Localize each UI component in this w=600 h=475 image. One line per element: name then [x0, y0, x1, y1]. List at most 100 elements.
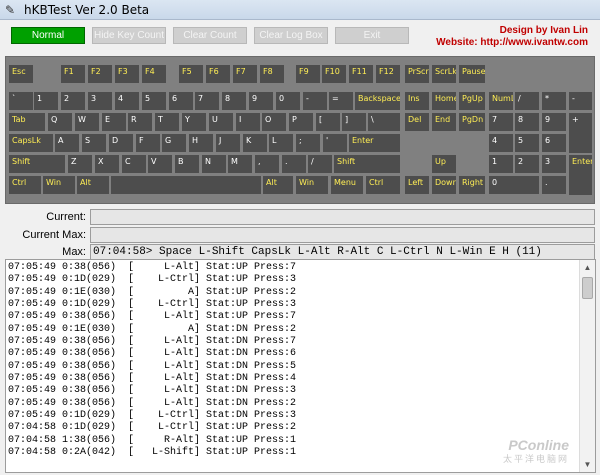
- key-backtick: `: [9, 92, 33, 110]
- log-line: 07:05:49 0:38(056) [ L-Alt] Stat:DN Pres…: [8, 336, 297, 348]
- key-left-ctrl: Ctrl: [9, 176, 41, 194]
- key-l: L: [269, 134, 293, 152]
- key-numpad-7: 7: [489, 113, 513, 131]
- key-numpad-divide: /: [515, 92, 539, 110]
- key-8: 8: [222, 92, 246, 110]
- key-left-win: Win: [43, 176, 75, 194]
- key-b: B: [175, 155, 199, 173]
- website-text: Website: http://www.ivantw.com: [436, 37, 588, 48]
- key-comma: ,: [255, 155, 279, 173]
- log-line: 07:04:58 0:1D(029) [ L-Ctrl] Stat:UP Pre…: [8, 422, 297, 434]
- key-n: N: [202, 155, 226, 173]
- log-scrollbar[interactable]: ▲ ▼: [579, 260, 595, 472]
- exit-button[interactable]: Exit: [335, 27, 409, 44]
- log-line: 07:05:49 0:38(056) [ L-Alt] Stat:DN Pres…: [8, 385, 297, 397]
- key-d: D: [109, 134, 133, 152]
- virtual-keyboard: Esc F1 F2 F3 F4 F5 F6 F7 F8 F9 F10 F11 F…: [5, 56, 595, 204]
- key-f1: F1: [61, 65, 85, 83]
- normal-button[interactable]: Normal: [11, 27, 85, 44]
- key-f10: F10: [322, 65, 346, 83]
- key-y: Y: [182, 113, 206, 131]
- scroll-down-arrow-icon[interactable]: ▼: [580, 457, 595, 472]
- key-left-bracket: [: [316, 113, 340, 131]
- key-right-ctrl: Ctrl: [366, 176, 400, 194]
- key-tab: Tab: [9, 113, 45, 131]
- key-numpad-2: 2: [515, 155, 539, 173]
- key-quote: ': [323, 134, 347, 152]
- key-5: 5: [142, 92, 166, 110]
- key-6: 6: [169, 92, 193, 110]
- log-line: 07:04:58 0:2A(042) [ L-Shift] Stat:UP Pr…: [8, 447, 297, 459]
- key-numpad-decimal: .: [542, 176, 566, 194]
- key-slash: /: [308, 155, 332, 173]
- key-0: 0: [276, 92, 300, 110]
- log-line: 07:05:49 0:1D(029) [ L-Ctrl] Stat:UP Pre…: [8, 299, 297, 311]
- log-line: 07:05:49 0:1D(029) [ L-Ctrl] Stat:DN Pre…: [8, 410, 297, 422]
- key-pgdn: PgDn: [459, 113, 485, 131]
- title-bar: ✎ hKBTest Ver 2.0 Beta: [0, 0, 600, 20]
- key-f7: F7: [233, 65, 257, 83]
- key-backspace: Backspace: [355, 92, 400, 110]
- key-numpad-5: 5: [515, 134, 539, 152]
- designer-info: Design by Ivan Lin Website: http://www.i…: [436, 25, 588, 49]
- key-period: .: [282, 155, 306, 173]
- key-enter: Enter: [349, 134, 400, 152]
- key-right-bracket: ]: [342, 113, 366, 131]
- log-line: 07:05:49 0:1E(030) [ A] Stat:UP Press:2: [8, 286, 297, 298]
- key-prscr: PrScr: [405, 65, 429, 83]
- key-z: Z: [68, 155, 92, 173]
- log-line: 07:05:49 0:38(056) [ L-Alt] Stat:DN Pres…: [8, 348, 297, 360]
- key-t: T: [155, 113, 179, 131]
- key-9: 9: [249, 92, 273, 110]
- scroll-thumb[interactable]: [582, 277, 593, 299]
- key-3: 3: [88, 92, 112, 110]
- clear-count-button[interactable]: Clear Count: [173, 27, 247, 44]
- key-right-win: Win: [296, 176, 328, 194]
- key-j: J: [216, 134, 240, 152]
- key-numpad-9: 9: [542, 113, 566, 131]
- key-s: S: [82, 134, 106, 152]
- max-field: 07:04:58> Space L-Shift CapsLk L-Alt R-A…: [90, 244, 595, 260]
- key-i: I: [236, 113, 260, 131]
- key-end: End: [432, 113, 456, 131]
- key-right-shift: Shift: [334, 155, 400, 173]
- key-up: Up: [432, 155, 456, 173]
- key-a: A: [55, 134, 79, 152]
- key-f8: F8: [260, 65, 284, 83]
- clear-log-box-button[interactable]: Clear Log Box: [254, 27, 328, 44]
- key-f6: F6: [206, 65, 230, 83]
- design-by-text: Design by Ivan Lin: [499, 25, 588, 36]
- key-f9: F9: [296, 65, 320, 83]
- key-f: F: [136, 134, 160, 152]
- current-label: Current:: [46, 211, 86, 223]
- key-x: X: [95, 155, 119, 173]
- key-p: P: [289, 113, 313, 131]
- key-numlk: NumLk: [489, 92, 513, 110]
- key-pause: Pause: [459, 65, 485, 83]
- key-pgup: PgUp: [459, 92, 485, 110]
- watermark-sub: 太平洋电脑网: [502, 454, 569, 464]
- key-r: R: [128, 113, 152, 131]
- log-line: 07:05:49 0:38(056) [ L-Alt] Stat:DN Pres…: [8, 397, 297, 409]
- scroll-up-arrow-icon[interactable]: ▲: [580, 260, 595, 275]
- key-numpad-0: 0: [489, 176, 539, 194]
- log-box[interactable]: 07:05:49 0:38(056) [ L-Alt] Stat:UP Pres…: [5, 259, 596, 473]
- key-left-alt: Alt: [77, 176, 109, 194]
- log-line: 07:05:49 0:1E(030) [ A] Stat:DN Press:2: [8, 323, 297, 335]
- key-semicolon: ;: [296, 134, 320, 152]
- key-m: M: [228, 155, 252, 173]
- current-max-field: [90, 227, 595, 243]
- key-o: O: [262, 113, 286, 131]
- key-space: [111, 176, 261, 194]
- key-down: Down: [432, 176, 456, 194]
- key-right: Right: [459, 176, 485, 194]
- key-esc: Esc: [9, 65, 33, 83]
- current-field: [90, 209, 595, 225]
- key-numpad-enter: Enter: [569, 155, 592, 195]
- log-line: 07:05:49 0:38(056) [ L-Alt] Stat:DN Pres…: [8, 360, 297, 372]
- key-h: H: [189, 134, 213, 152]
- hide-key-count-button[interactable]: Hide Key Count: [92, 27, 166, 44]
- key-minus: -: [303, 92, 327, 110]
- max-label: Max:: [62, 246, 86, 258]
- key-numpad-1: 1: [489, 155, 513, 173]
